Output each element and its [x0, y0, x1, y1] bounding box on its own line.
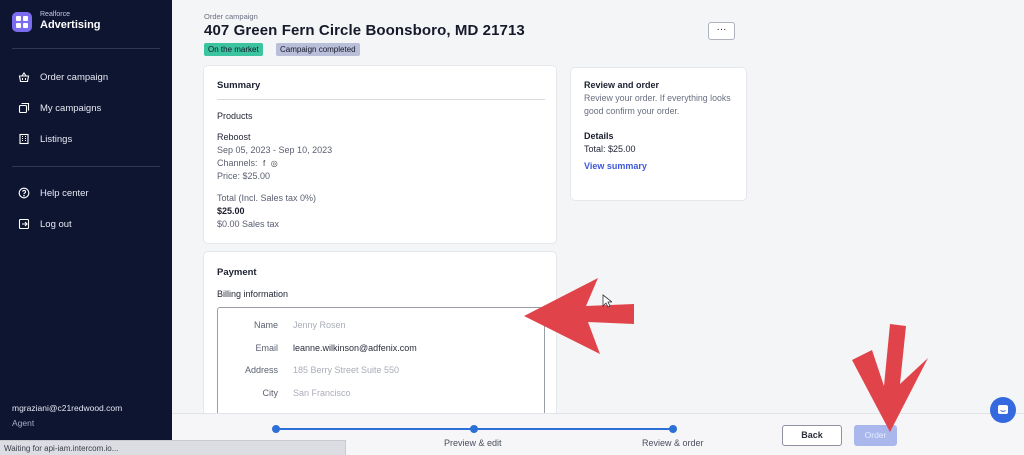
sidebar-divider: [12, 48, 160, 49]
details-label: Details: [584, 131, 614, 141]
user-email: mgraziani@c21redwood.com: [12, 403, 123, 413]
facebook-icon: f: [263, 159, 266, 168]
price: Price: $25.00: [217, 171, 271, 181]
status-badge-campaign-completed: Campaign completed: [276, 43, 360, 56]
step-dot-1: [272, 425, 280, 433]
billing-email-value[interactable]: leanne.wilkinson@adfenix.com: [293, 343, 417, 353]
view-summary-link[interactable]: View summary: [584, 161, 647, 171]
review-description: Review your order. If everything looks g…: [584, 93, 731, 116]
brand[interactable]: Realforce Advertising: [12, 11, 101, 32]
brand-logo-icon: [12, 11, 32, 32]
review-card: Review and order Review your order. If e…: [571, 68, 746, 200]
billing-address-label: Address: [244, 365, 278, 375]
brand-name: Advertising: [40, 19, 101, 31]
shopping-basket-icon: [18, 72, 30, 83]
sidebar-item-label: Listings: [40, 133, 73, 145]
help-circle-icon: [18, 187, 30, 199]
page-title: 407 Green Fern Circle Boonsboro, MD 2171…: [204, 22, 525, 39]
sidebar-item-my-campaigns[interactable]: My campaigns: [18, 100, 101, 116]
billing-info-box[interactable]: Name Jenny Rosen Email leanne.wilkinson@…: [217, 307, 545, 417]
billing-city-label: City: [262, 388, 279, 398]
total-value: $25.00: [217, 206, 245, 216]
instagram-icon: ◎: [270, 159, 278, 168]
brand-small-text: Realforce: [40, 11, 70, 18]
logout-icon: [18, 218, 30, 230]
date-range: Sep 05, 2023 - Sep 10, 2023: [217, 145, 333, 155]
billing-name-value[interactable]: Jenny Rosen: [293, 320, 346, 330]
back-button[interactable]: Back: [782, 425, 842, 446]
billing-label: Billing information: [217, 289, 289, 299]
step-dot-2: [470, 425, 478, 433]
sidebar: Realforce Advertising Order campaign My …: [0, 0, 172, 455]
billing-email-label: Email: [255, 343, 278, 353]
breadcrumb[interactable]: Order campaign: [204, 12, 258, 21]
chat-icon: [998, 405, 1008, 414]
billing-name-label: Name: [253, 320, 278, 330]
channels-label: Channels:: [217, 158, 258, 168]
summary-card: Summary Products Reboost Sep 05, 2023 - …: [204, 66, 556, 243]
billing-address-value[interactable]: 185 Berry Street Suite 550: [293, 365, 399, 375]
building-icon: [19, 133, 29, 145]
sidebar-item-label: Order campaign: [40, 71, 109, 83]
copy-icon: [18, 102, 30, 114]
sidebar-item-listings[interactable]: Listings: [18, 131, 72, 147]
sidebar-item-label: My campaigns: [40, 102, 102, 114]
review-total: Total: $25.00: [584, 144, 636, 154]
review-title: Review and order: [584, 80, 660, 90]
billing-city-value[interactable]: San Francisco: [293, 388, 351, 398]
annotation-arrow-left-icon: [524, 278, 634, 354]
products-label: Products: [217, 111, 253, 121]
browser-status-bar: Waiting for api-iam.intercom.io...: [0, 440, 346, 455]
annotation-arrow-down-icon: [852, 324, 928, 432]
more-options-button[interactable]: ···: [708, 22, 735, 40]
divider: [217, 99, 545, 100]
channels-row: Channels: f ◎: [217, 158, 278, 168]
step-preview-edit[interactable]: Preview & edit: [444, 438, 502, 448]
user-role: Agent: [12, 418, 35, 428]
summary-heading: Summary: [217, 80, 261, 91]
step-review-order[interactable]: Review & order: [642, 438, 704, 448]
status-badge-on-market: On the market: [204, 43, 263, 56]
sidebar-divider: [12, 166, 160, 167]
sidebar-item-label: Log out: [40, 218, 72, 230]
product-name: Reboost: [217, 132, 251, 142]
mouse-cursor-icon: [602, 294, 612, 308]
sidebar-item-help-center[interactable]: Help center: [18, 185, 89, 201]
sales-tax: $0.00 Sales tax: [217, 219, 280, 229]
chat-launcher-button[interactable]: [990, 397, 1016, 423]
payment-heading: Payment: [217, 267, 257, 278]
total-label: Total (Incl. Sales tax 0%): [217, 193, 317, 203]
sidebar-item-order-campaign[interactable]: Order campaign: [18, 69, 108, 85]
step-dot-3: [669, 425, 677, 433]
sidebar-item-label: Help center: [40, 187, 89, 199]
sidebar-item-log-out[interactable]: Log out: [18, 216, 72, 232]
